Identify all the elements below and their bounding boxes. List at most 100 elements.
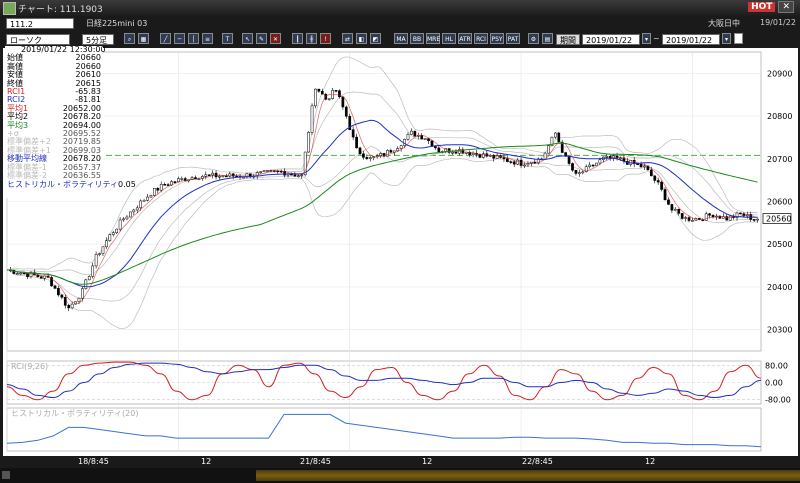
candle-body	[663, 189, 667, 201]
pen-icon[interactable]: ✎	[256, 33, 267, 44]
candle-body	[39, 276, 43, 279]
candle-body	[595, 162, 598, 166]
draw-vline-icon[interactable]: │	[188, 33, 199, 44]
candle-body	[636, 163, 639, 166]
time-scrollbar[interactable]	[0, 468, 800, 483]
close-button[interactable]: ✕	[778, 1, 794, 13]
candle-body	[60, 294, 64, 298]
price-tick-label: 20900	[767, 69, 792, 78]
candle-body	[554, 132, 557, 138]
candle-body	[588, 164, 591, 167]
candle-body	[293, 174, 297, 177]
from-date-input[interactable]: 2019/01/22	[582, 34, 640, 45]
candle-body	[314, 88, 317, 107]
candle-body	[108, 234, 112, 241]
candle-body	[351, 129, 355, 138]
indicator-hl[interactable]: HL	[442, 33, 456, 44]
candle-body	[667, 199, 670, 205]
grid-icon[interactable]: ▦	[138, 33, 149, 44]
chart-type-select[interactable]: ローソク	[6, 34, 70, 45]
window-titlebar: チャート: 111.1903 HOT ✕	[0, 0, 800, 16]
scroll-left-button[interactable]	[2, 471, 10, 479]
candle-icon[interactable]: ┃	[292, 33, 303, 44]
session-label: 大阪日中	[708, 19, 740, 28]
alert-icon[interactable]: !	[320, 33, 331, 44]
candle-body	[423, 138, 427, 140]
fib-icon[interactable]: ≡	[202, 33, 213, 44]
candle-body	[619, 157, 622, 160]
bar-icon[interactable]: ╫	[306, 33, 317, 44]
candle-body	[670, 204, 674, 211]
candle-body	[471, 152, 475, 155]
indicator-rci[interactable]: RCI	[474, 33, 488, 44]
print-icon[interactable]: ▤	[542, 33, 553, 44]
draw-hline-icon[interactable]: ─	[174, 33, 185, 44]
candle-body	[111, 232, 115, 235]
indicator-psy[interactable]: PSY	[490, 33, 504, 44]
candle-body	[15, 273, 19, 275]
settings-icon[interactable]: ⚙	[528, 33, 539, 44]
candle-body	[166, 184, 170, 186]
zoom-icon[interactable]: ⌕	[124, 33, 135, 44]
period-select[interactable]: 5分足	[82, 34, 114, 45]
hot-button[interactable]: HOT	[748, 2, 776, 12]
time-label: 22/8:45	[522, 457, 553, 466]
text-icon[interactable]: T	[222, 33, 233, 44]
indicator-atr[interactable]: ATR	[458, 33, 472, 44]
hv-line	[6, 413, 762, 448]
candle-body	[19, 272, 23, 275]
candle-body	[317, 88, 321, 92]
chart-area[interactable]: 20900 20800 20700 20600 20500 20400 20300 20560…	[3, 48, 798, 456]
info-value: 0.05	[118, 179, 136, 189]
candle-body	[739, 212, 742, 215]
candle-body	[386, 150, 389, 157]
candle-body	[153, 188, 156, 196]
candle-body	[105, 240, 108, 248]
symbol-code-input[interactable]: 111.2	[6, 18, 74, 29]
candle-body	[57, 288, 60, 296]
candle-body	[118, 219, 122, 230]
candle-body	[567, 156, 571, 164]
candle-body	[139, 200, 143, 209]
candle-body	[262, 170, 266, 172]
candle-body	[355, 136, 358, 149]
candle-body	[512, 161, 516, 165]
delete-icon[interactable]: ✕	[270, 33, 281, 44]
cursor-icon[interactable]: ↖	[242, 33, 253, 44]
candle-body	[454, 151, 458, 154]
indicator-bb[interactable]: BB	[410, 33, 424, 44]
candle-body	[451, 151, 454, 154]
candle-body	[506, 158, 509, 162]
color-icon[interactable]: ◧	[356, 33, 367, 44]
compare-icon[interactable]: ⇄	[342, 33, 353, 44]
info-rows: 始値 20660 高値 20660 安値 20610 終値 20615 RCI1 -65.83 RC…	[5, 53, 136, 189]
window-title: チャート: 111.1903	[18, 5, 103, 15]
hv-panel-label: ヒストリカル・ボラティリティ(20)	[11, 409, 138, 418]
candle-body	[605, 156, 609, 158]
calendar-icon[interactable]: ▾	[642, 33, 651, 44]
candle-body	[752, 219, 756, 221]
candle-body	[320, 91, 324, 95]
candle-body	[156, 188, 160, 191]
indicator-mre[interactable]: MRE	[426, 33, 440, 44]
candle-body	[509, 161, 513, 163]
candle-body	[63, 297, 67, 306]
candle-body	[639, 164, 643, 168]
to-date-input[interactable]: 2019/01/22	[662, 34, 720, 45]
realtime-checkbox[interactable]	[734, 33, 743, 44]
candle-body	[533, 161, 537, 164]
indicator-ma[interactable]: MA	[394, 33, 408, 44]
scroll-thumb[interactable]	[256, 470, 800, 481]
indicator-pat[interactable]: PAT	[506, 33, 520, 44]
price-chart[interactable]: 20900 20800 20700 20600 20500 20400 20300 20560…	[3, 48, 798, 456]
candle-body	[115, 228, 119, 233]
time-axis: 18/8:45 12 21/8:45 12 22/8:45 12	[0, 456, 800, 468]
rci-tick-label: 80.00	[765, 361, 788, 370]
calendar-icon-2[interactable]: ▾	[722, 33, 731, 44]
candle-body	[129, 211, 132, 218]
price-tick-label: 20700	[767, 155, 792, 164]
candle-body	[142, 200, 146, 202]
palette-icon[interactable]: ◩	[370, 33, 381, 44]
draw-line-icon[interactable]: ╱	[160, 33, 171, 44]
candle-body	[396, 148, 400, 152]
